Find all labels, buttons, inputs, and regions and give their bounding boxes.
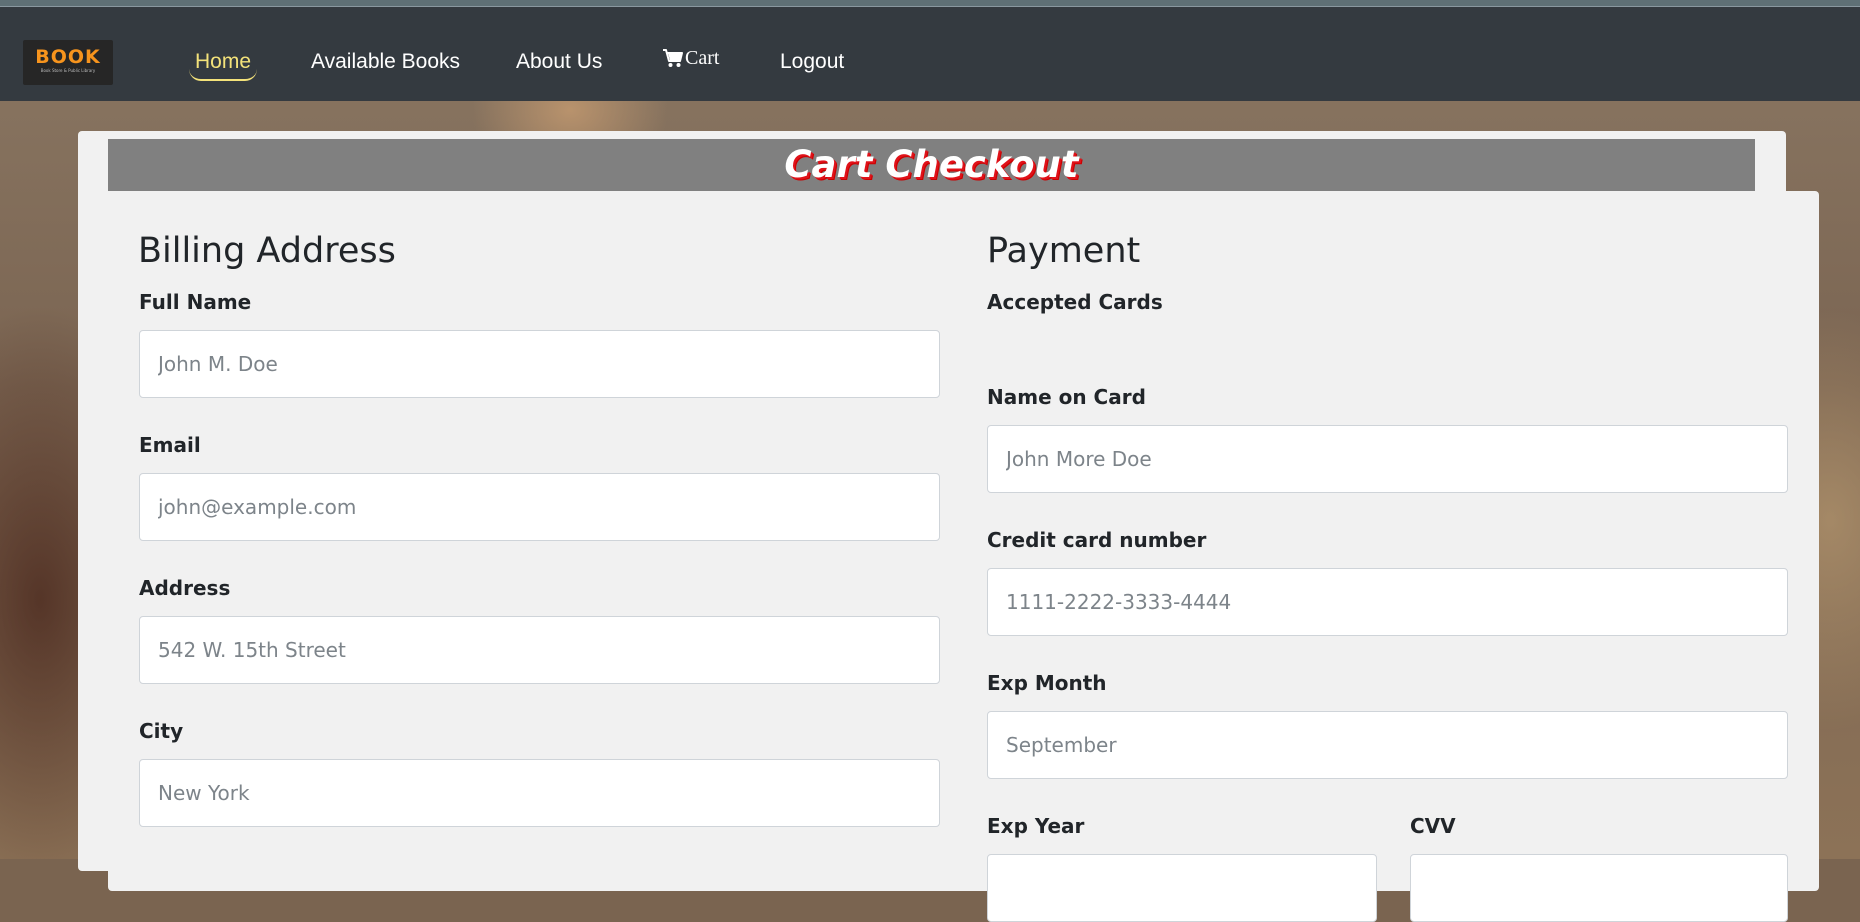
nav-about-us[interactable]: About Us <box>516 43 602 81</box>
full-name-field[interactable] <box>139 330 940 398</box>
nav-about-us-label: About Us <box>516 50 603 73</box>
nav-cart-label: Cart <box>685 47 720 69</box>
checkout-title-bar: Cart Checkout <box>108 139 1755 191</box>
accepted-cards-label: Accepted Cards <box>987 290 1163 314</box>
card-number-label: Credit card number <box>987 528 1207 552</box>
checkout-form-card: Billing Address Full Name Email Address … <box>108 191 1819 922</box>
name-on-card-field[interactable] <box>987 425 1788 493</box>
address-label: Address <box>139 576 231 600</box>
card-number-field[interactable] <box>987 568 1788 636</box>
nav-cart[interactable]: Cart <box>662 39 719 77</box>
nav-logout[interactable]: Logout <box>780 43 844 81</box>
nav-available-books[interactable]: Available Books <box>311 43 460 81</box>
nav-logout-label: Logout <box>780 50 845 73</box>
billing-heading: Billing Address <box>138 231 396 271</box>
brand-logo[interactable]: BOOK Book Store & Public Library <box>23 40 113 85</box>
exp-month-field[interactable] <box>987 711 1788 779</box>
exp-year-label: Exp Year <box>987 814 1085 838</box>
email-label: Email <box>139 433 201 457</box>
nav-home[interactable]: Home <box>189 43 258 81</box>
payment-heading: Payment <box>987 231 1141 271</box>
name-on-card-label: Name on Card <box>987 385 1146 409</box>
address-field[interactable] <box>139 616 940 684</box>
exp-month-label: Exp Month <box>987 671 1107 695</box>
exp-year-field[interactable] <box>987 854 1377 922</box>
logo-word: BOOK <box>35 46 101 68</box>
nav-available-books-label: Available Books <box>311 50 461 73</box>
full-name-label: Full Name <box>139 290 252 314</box>
navbar: BOOK Book Store & Public Library Home Av… <box>0 6 1860 101</box>
email-field[interactable] <box>139 473 940 541</box>
cart-icon <box>662 43 684 81</box>
city-label: City <box>139 719 184 743</box>
logo-subtitle: Book Store & Public Library <box>40 68 96 73</box>
page-title: Cart Checkout <box>784 143 1079 186</box>
city-field[interactable] <box>139 759 940 827</box>
cvv-field[interactable] <box>1410 854 1788 922</box>
active-underline <box>189 69 258 81</box>
cvv-label: CVV <box>1410 814 1456 838</box>
